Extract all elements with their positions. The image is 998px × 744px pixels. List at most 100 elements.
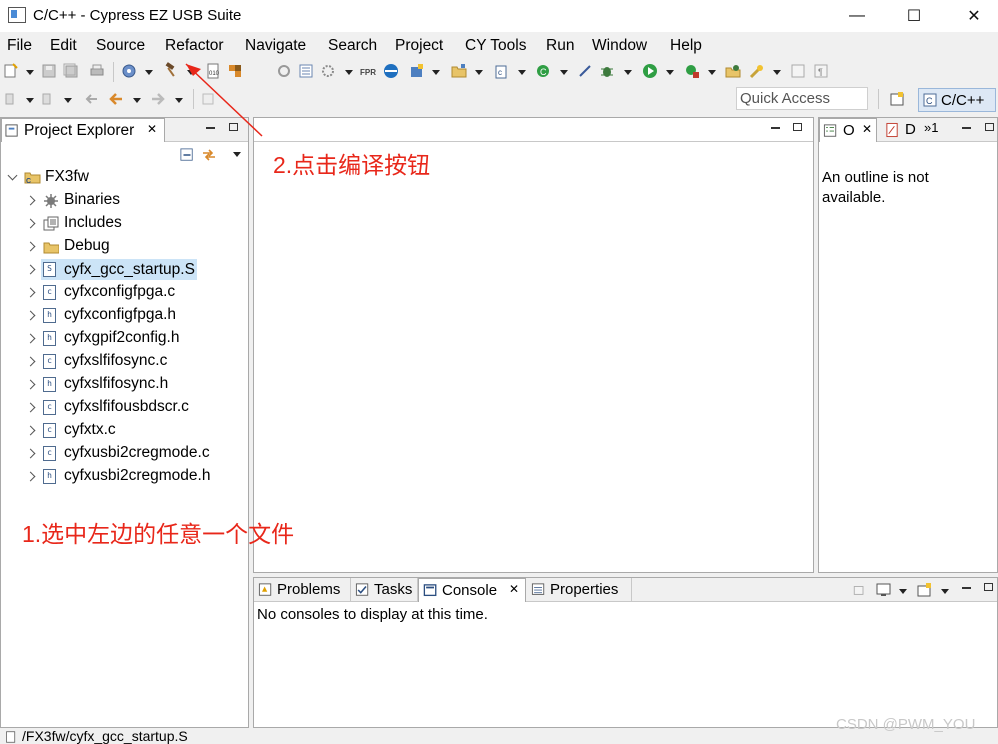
menu-run[interactable]: Run [546,37,574,55]
more-tabs-indicator[interactable]: »1 [924,120,938,135]
tree-item-selected[interactable]: Scyfx_gcc_startup.S [1,258,248,281]
new-source-dropdown-icon[interactable] [518,70,526,75]
tree-item[interactable]: c cyfxslfifosync.c [1,350,248,373]
tree-item[interactable]: c cyfxtx.c [1,419,248,442]
back-dropdown-icon[interactable] [133,98,141,103]
new-icon[interactable] [3,63,19,79]
expand-chevron-icon[interactable] [25,471,36,482]
open-type-icon[interactable] [725,63,741,79]
expand-chevron-icon[interactable] [25,310,36,321]
minimize-bottom-icon[interactable] [962,587,971,589]
maximize-outline-icon[interactable] [985,123,994,131]
toggle-mark-icon[interactable] [790,63,806,79]
back-arrow-icon[interactable] [108,91,124,107]
quick-access-input[interactable]: Quick Access [736,87,868,110]
new-project-icon[interactable] [409,63,425,79]
minimize-outline-icon[interactable] [962,127,971,129]
expand-chevron-icon[interactable] [25,425,36,436]
menu-navigate[interactable]: Navigate [245,37,306,55]
forward-arrow-icon[interactable] [150,91,166,107]
menu-window[interactable]: Window [592,37,647,55]
tab-problems[interactable]: Problems [254,578,351,602]
tab-properties[interactable]: Properties [527,578,632,602]
tab-d-label[interactable]: D [905,121,916,138]
menu-search[interactable]: Search [328,37,377,55]
next-annotation-icon[interactable] [3,91,19,107]
tree-item[interactable]: c cyfxslfifousbdscr.c [1,396,248,419]
expand-chevron-icon[interactable] [25,241,36,252]
close-icon[interactable]: ✕ [147,122,157,136]
expand-chevron-icon[interactable] [25,218,36,229]
close-button[interactable]: ✕ [951,0,997,32]
tree-item[interactable]: Binaries [1,189,248,212]
expand-chevron-icon[interactable] [25,356,36,367]
open-perspective-icon[interactable] [889,91,905,107]
display-console-dropdown-icon[interactable] [899,589,907,594]
new-folder-dropdown-icon[interactable] [475,70,483,75]
maximize-button[interactable]: ☐ [891,0,937,32]
debug-bug-icon[interactable] [599,63,615,79]
pin-console-icon[interactable] [852,583,867,597]
save-all-icon[interactable] [63,63,79,79]
view-menu-icon[interactable] [233,152,241,157]
perspective-cpp-button[interactable]: C C/C++ [918,88,996,112]
menu-edit[interactable]: Edit [50,37,77,55]
tree-item[interactable]: h cyfxusbi2cregmode.h [1,465,248,488]
new-project-dropdown-icon[interactable] [432,70,440,75]
display-console-icon[interactable] [876,582,892,598]
show-whitespace-icon[interactable]: ¶ [813,63,829,79]
menu-cy-tools[interactable]: CY Tools [465,37,526,55]
build-hammer-icon[interactable] [163,62,179,78]
expand-chevron-icon[interactable] [25,287,36,298]
tree-item[interactable]: h cyfxgpif2config.h [1,327,248,350]
new-class-icon[interactable]: C [535,63,551,79]
expand-chevron-icon[interactable] [25,333,36,344]
save-icon[interactable] [41,63,57,79]
list-icon[interactable] [298,63,314,79]
new-source-icon[interactable]: c [494,63,510,79]
search-dropdown-icon[interactable] [773,70,781,75]
menu-help[interactable]: Help [670,37,702,55]
prev-annotation-dropdown-icon[interactable] [64,98,72,103]
maximize-editor-icon[interactable] [793,123,802,131]
menu-source[interactable]: Source [96,37,145,55]
run-external-dropdown-icon[interactable] [708,70,716,75]
tree-item[interactable]: Includes [1,212,248,235]
close-icon[interactable]: ✕ [509,582,519,596]
expand-chevron-icon[interactable] [25,379,36,390]
settings-gear-icon[interactable] [320,63,336,79]
tree-item[interactable]: h cyfxslfifosync.h [1,373,248,396]
new-class-dropdown-icon[interactable] [560,70,568,75]
minimize-editor-icon[interactable] [771,127,780,129]
last-edit-icon[interactable] [84,91,100,107]
menu-file[interactable]: File [7,37,32,55]
prev-annotation-icon[interactable] [40,91,56,107]
minimize-button[interactable]: — [834,0,880,32]
expand-chevron-icon[interactable] [25,402,36,413]
build-config-icon[interactable] [121,63,137,79]
print-icon[interactable] [89,63,105,79]
expand-chevron-icon[interactable] [25,448,36,459]
maximize-bottom-icon[interactable] [984,583,993,591]
tree-item[interactable]: c cyfxconfigfpga.c [1,281,248,304]
expand-chevron-icon[interactable] [25,195,36,206]
tab-outline[interactable]: O ✕ [819,118,877,142]
refresh-icon[interactable] [276,63,292,79]
new-folder-icon[interactable] [451,63,467,79]
tab-project-explorer[interactable]: Project Explorer ✕ [1,118,165,142]
tab-tasks[interactable]: Tasks [351,578,418,602]
search-torch-icon[interactable] [749,63,765,79]
run-external-icon[interactable] [684,63,700,79]
expand-chevron-icon[interactable] [7,170,18,181]
new-dropdown-icon[interactable] [26,70,34,75]
tree-item[interactable]: Debug [1,235,248,258]
settings-dropdown-icon[interactable] [345,70,353,75]
open-console-icon[interactable] [917,582,933,598]
run-dropdown-icon[interactable] [666,70,674,75]
close-icon[interactable]: ✕ [862,122,872,136]
tab-console[interactable]: Console ✕ [418,578,526,602]
cypress-globe-icon[interactable] [383,63,399,79]
menu-refactor[interactable]: Refactor [165,37,224,55]
pdf-icon[interactable] [885,122,900,138]
debug-dropdown-icon[interactable] [624,70,632,75]
